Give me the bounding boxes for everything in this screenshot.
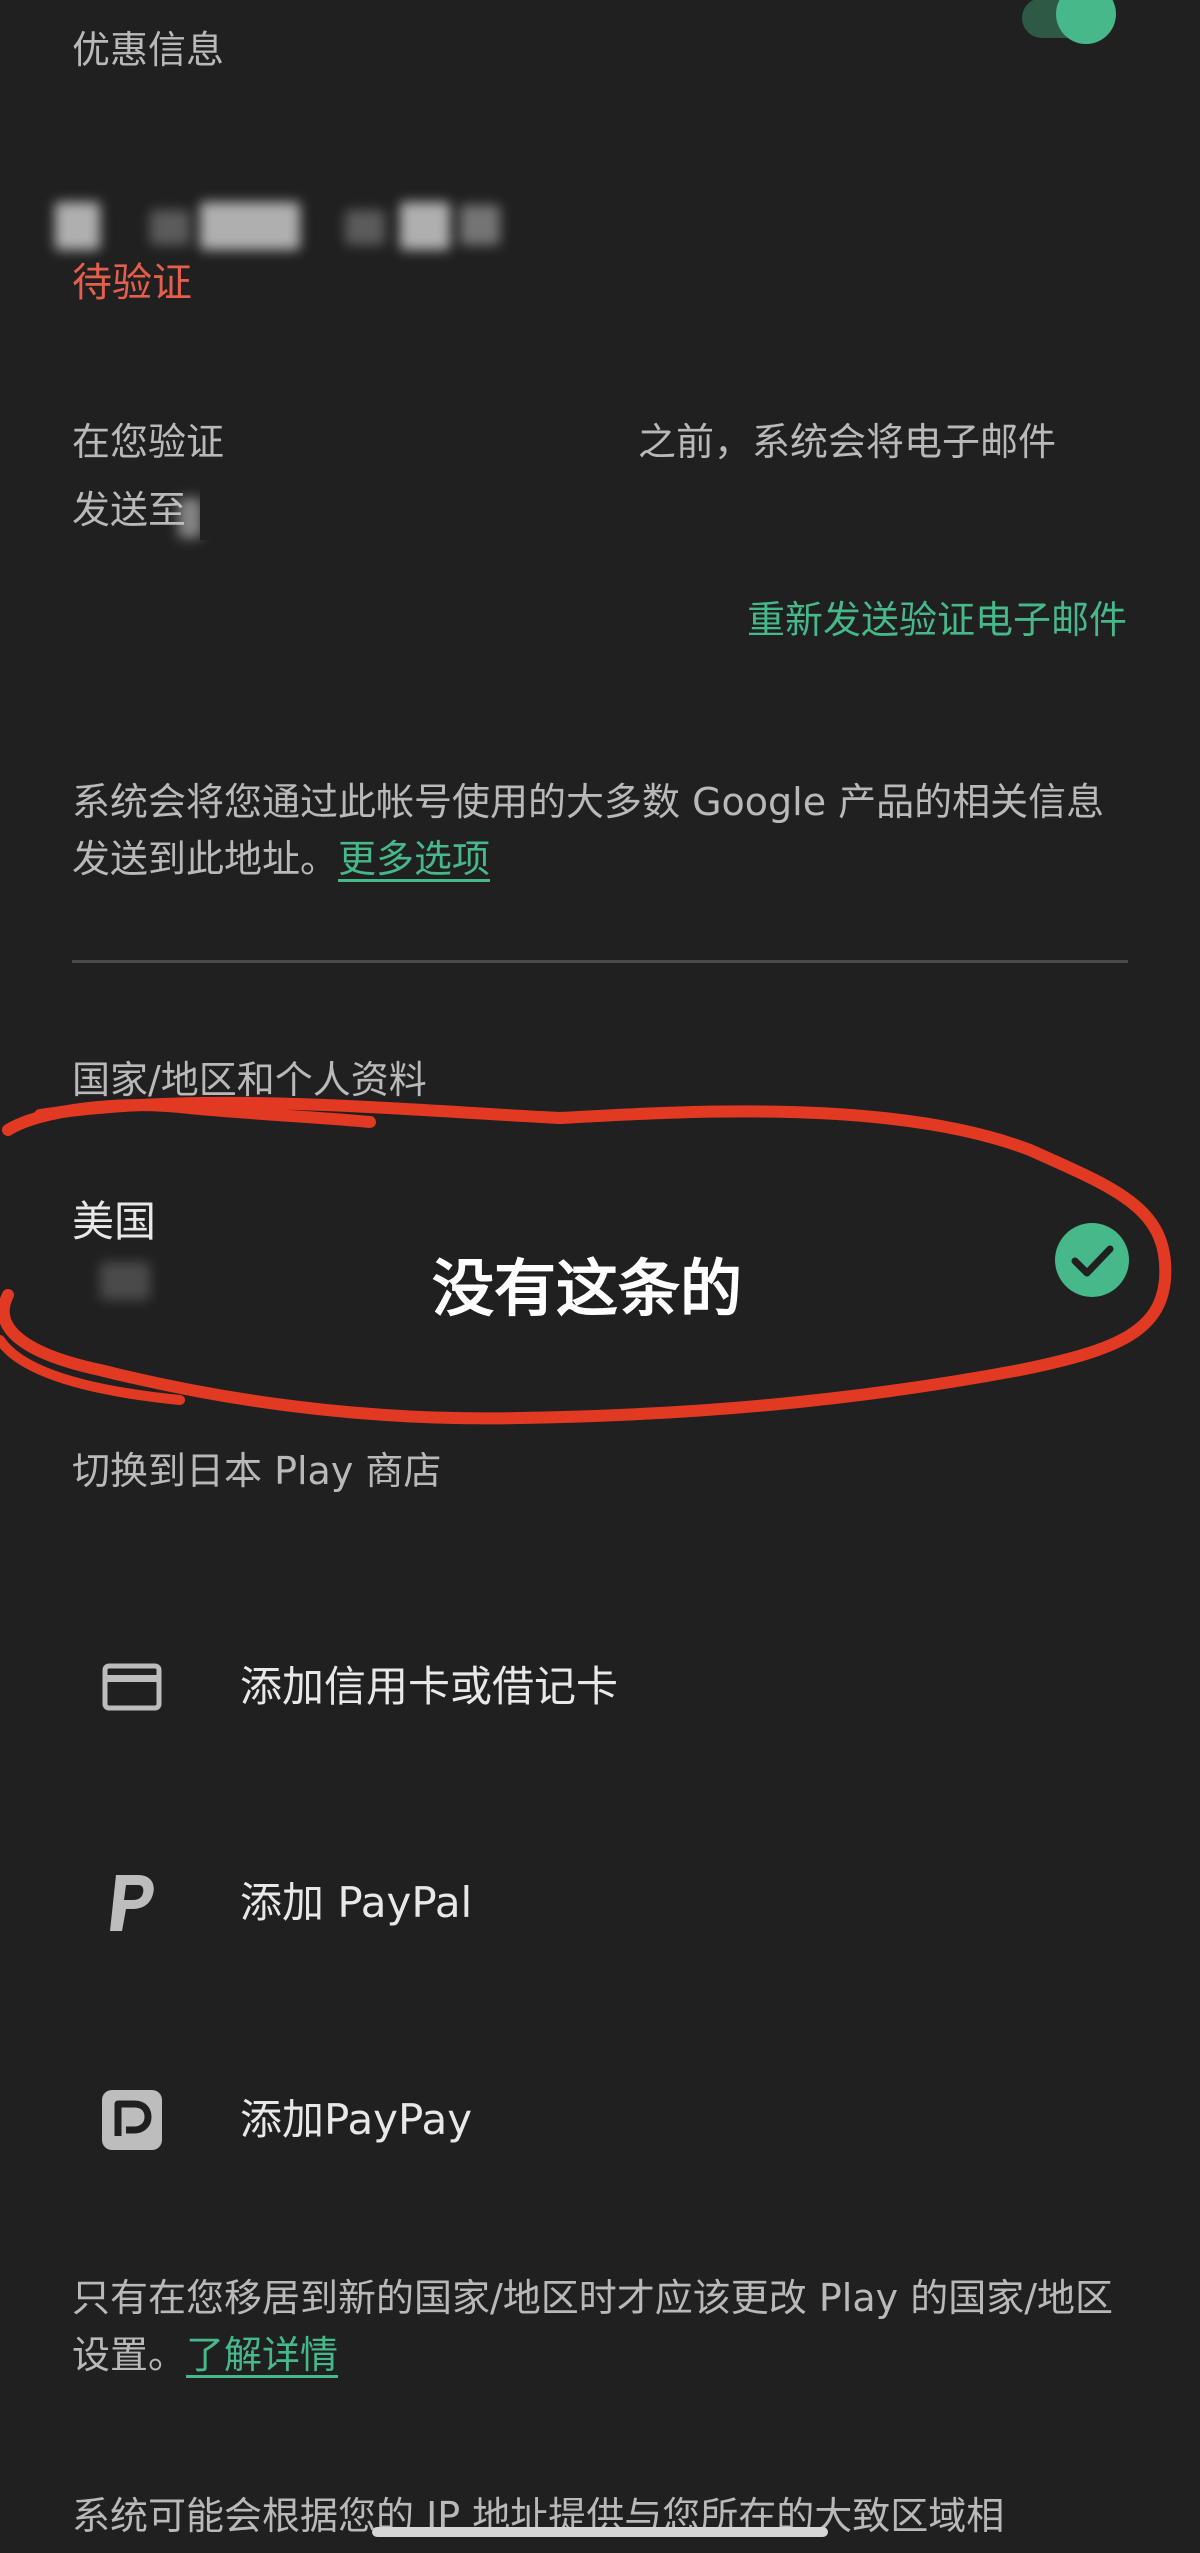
section-divider <box>72 960 1128 963</box>
address-info-body: 系统会将您通过此帐号使用的大多数 Google 产品的相关信息发送到此地址。 <box>72 780 1105 881</box>
add-paypal-label: 添加 PayPal <box>240 1878 473 1927</box>
add-paypay-label: 添加PayPay <box>240 2095 473 2144</box>
country-change-note: 只有在您移居到新的国家/地区时才应该更改 Play 的国家/地区设置。了解详情 <box>72 2270 1132 2384</box>
address-info-text: 系统会将您通过此帐号使用的大多数 Google 产品的相关信息发送到此地址。更多… <box>72 774 1122 888</box>
paypal-icon <box>100 1871 164 1935</box>
annotation-text: 没有这条的 <box>432 1252 743 1325</box>
home-indicator[interactable] <box>372 2527 828 2537</box>
credit-card-icon <box>100 1655 164 1719</box>
cut-off-text <box>420 0 431 11</box>
switch-store-link[interactable]: 切换到日本 Play 商店 <box>72 1443 441 1500</box>
paypay-icon <box>100 2088 164 2152</box>
verification-text-1: 在您验证 <box>72 420 225 464</box>
add-paypay-row[interactable]: 添加PayPay <box>0 2088 1200 2152</box>
verification-text-2: 之前，系统会将电子邮件 <box>638 420 1057 464</box>
resend-verification-link[interactable]: 重新发送验证电子邮件 <box>747 592 1127 648</box>
redacted-email-inline <box>235 415 635 470</box>
add-paypal-row[interactable]: 添加 PayPal <box>0 1871 1200 1935</box>
promo-label: 优惠信息 <box>72 28 225 72</box>
add-card-row[interactable]: 添加信用卡或借记卡 <box>0 1655 1200 1719</box>
verification-text-3: 发送至 <box>72 488 187 532</box>
more-options-link[interactable]: 更多选项 <box>338 837 490 881</box>
learn-more-link[interactable]: 了解详情 <box>186 2333 338 2377</box>
add-card-label: 添加信用卡或借记卡 <box>240 1662 619 1711</box>
redacted-email-inline-2 <box>178 498 202 538</box>
verification-status: 待验证 <box>72 260 192 306</box>
